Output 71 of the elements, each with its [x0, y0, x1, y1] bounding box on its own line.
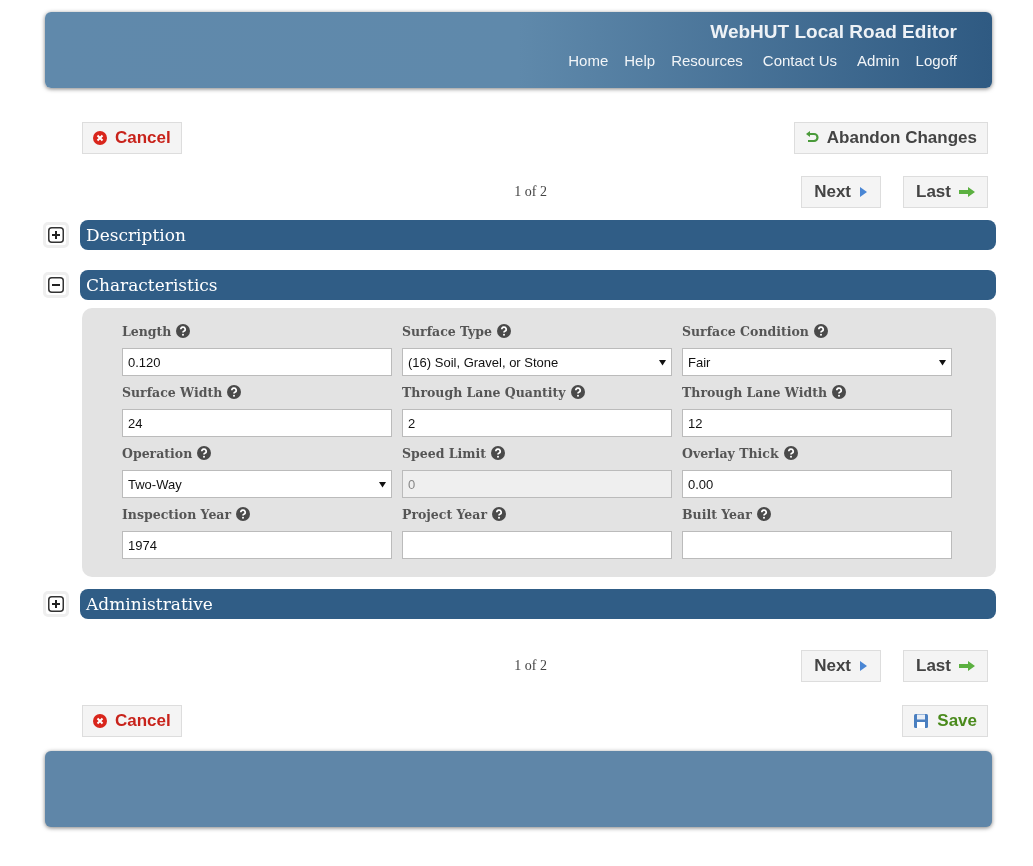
input-field[interactable]: [402, 531, 672, 559]
input-field[interactable]: 0.00: [682, 470, 952, 498]
nav-link[interactable]: Home: [568, 52, 609, 69]
field-label: Project Year: [402, 506, 487, 522]
help-icon[interactable]: [197, 446, 212, 460]
cancel-icon: [93, 131, 107, 145]
input-field[interactable]: 1974: [122, 531, 392, 559]
cancel-button[interactable]: Cancel: [82, 705, 182, 737]
field-label: Surface Type: [402, 323, 492, 339]
last-button[interactable]: Last: [903, 650, 988, 682]
caret-icon: [939, 358, 946, 366]
help-icon[interactable]: [491, 446, 506, 460]
nav-link[interactable]: Resources: [671, 52, 743, 69]
minus-icon: [48, 277, 64, 293]
input-field[interactable]: 2: [402, 409, 672, 437]
abandon-changes-button[interactable]: Abandon Changes: [793, 122, 988, 154]
help-icon[interactable]: [570, 385, 585, 399]
page-indicator: 1 of 2: [513, 658, 548, 674]
nav-link[interactable]: Logoff: [915, 52, 957, 69]
arrow-right-icon: [959, 661, 975, 671]
caret-icon: [659, 358, 666, 366]
help-icon[interactable]: [227, 385, 242, 399]
last-button[interactable]: Last: [903, 176, 988, 208]
next-button[interactable]: Next: [801, 650, 882, 682]
help-icon[interactable]: [176, 324, 191, 338]
field-label: Length: [122, 323, 172, 339]
input-field[interactable]: [682, 531, 952, 559]
save-button[interactable]: Save: [902, 705, 988, 737]
field-label: Surface Condition: [682, 323, 809, 339]
help-icon[interactable]: [832, 385, 847, 399]
help-icon[interactable]: [492, 507, 506, 521]
nav-link[interactable]: Admin: [857, 52, 900, 69]
page-indicator: 1 of 2: [513, 184, 548, 200]
field-label: Speed Limit: [402, 445, 487, 461]
expand-button[interactable]: [43, 222, 69, 248]
field-label: Operation: [122, 445, 193, 461]
field-label: Built Year: [682, 506, 752, 522]
help-icon[interactable]: [756, 507, 771, 521]
field-label: Overlay Thick: [682, 445, 779, 461]
field-label: Surface Width: [122, 384, 223, 400]
input-field[interactable]: 12: [682, 409, 952, 437]
input-field[interactable]: 24: [122, 409, 392, 437]
section-header[interactable]: Characteristics: [80, 270, 996, 300]
triangle-right-icon: [859, 186, 869, 198]
dropdown[interactable]: (16) Soil, Gravel, or Stone: [402, 348, 672, 376]
help-icon[interactable]: [497, 324, 511, 338]
plus-icon: [48, 596, 64, 612]
expand-button[interactable]: [43, 591, 69, 617]
help-icon[interactable]: [813, 324, 828, 338]
cancel-icon: [93, 714, 107, 728]
cancel-button[interactable]: Cancel: [82, 122, 182, 154]
collapse-button[interactable]: [43, 272, 69, 298]
field-label: Through Lane Width: [682, 384, 828, 400]
help-icon[interactable]: [236, 507, 251, 521]
nav-link[interactable]: Contact Us: [762, 52, 838, 69]
caret-icon: [379, 480, 386, 488]
undo-arrow-icon: [804, 131, 819, 145]
section-header[interactable]: Description: [80, 220, 996, 250]
dropdown[interactable]: Fair: [682, 348, 952, 376]
next-button[interactable]: Next: [801, 176, 882, 208]
section-header[interactable]: Administrative: [80, 589, 996, 619]
field-label: Inspection Year: [122, 506, 232, 522]
triangle-right-icon: [859, 660, 869, 672]
field-label: Through Lane Quantity: [402, 384, 566, 400]
dropdown[interactable]: Two-Way: [122, 470, 392, 498]
help-icon[interactable]: [783, 446, 798, 460]
plus-icon: [48, 227, 64, 243]
input-field[interactable]: 0.120: [122, 348, 392, 376]
nav-link[interactable]: Help: [624, 52, 656, 69]
app-title: WebHUT Local Road Editor: [710, 21, 957, 43]
arrow-right-icon: [959, 187, 975, 197]
